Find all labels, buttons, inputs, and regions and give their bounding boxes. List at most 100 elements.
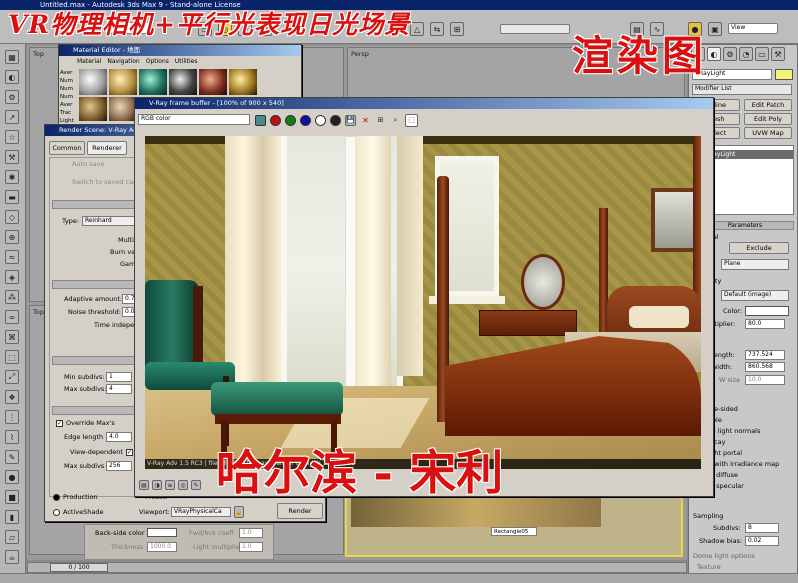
multiplier-field[interactable]: 80.0 <box>745 319 785 329</box>
time-slider-thumb[interactable]: 0 / 100 <box>50 563 108 572</box>
material-slot-5[interactable] <box>199 69 227 95</box>
region-render-icon[interactable]: ⬚ <box>405 113 418 127</box>
tool-box-icon[interactable]: ■ <box>5 490 19 504</box>
half-length-field[interactable]: 737.524 <box>745 350 785 360</box>
material-slot-2[interactable] <box>109 69 137 95</box>
activeshade-radio[interactable] <box>53 509 60 516</box>
mono-channel-icon[interactable] <box>330 114 341 126</box>
track-mouse-icon[interactable]: ⌕ <box>390 115 401 126</box>
tool-create-icon[interactable]: ▦ <box>5 50 19 64</box>
material-editor-titlebar[interactable]: Material Editor - 地面 <box>59 45 301 56</box>
menu-options[interactable]: Options <box>146 58 169 65</box>
render-button[interactable]: Render <box>277 503 323 519</box>
side-item-4[interactable]: Aver <box>60 101 76 109</box>
exclude-button[interactable]: Exclude <box>729 242 789 254</box>
tool-group-icon[interactable]: ❖ <box>5 390 19 404</box>
tool-motion-icon[interactable]: ↗ <box>5 110 19 124</box>
material-slot-6[interactable] <box>229 69 257 95</box>
vfb-history-icon[interactable]: ▤ <box>139 480 149 490</box>
channel-dropdown[interactable]: RGB color <box>138 114 250 125</box>
material-slot-7[interactable] <box>79 97 107 121</box>
side-item-2[interactable]: Num <box>60 85 76 93</box>
tool-display-icon[interactable]: ☆ <box>5 130 19 144</box>
tool-modify-icon[interactable]: ◐ <box>5 70 19 84</box>
tool-utility-icon[interactable]: ⚒ <box>5 150 19 164</box>
green-channel-icon[interactable] <box>285 114 296 126</box>
vfb-stamp-icon[interactable]: ✎ <box>191 480 201 490</box>
tool-paint-icon[interactable]: ✎ <box>5 450 19 464</box>
auto-save-label[interactable]: Auto save <box>72 160 104 168</box>
track-bar[interactable] <box>0 573 798 583</box>
vfb-titlebar[interactable]: V-Ray frame buffer - [100% of 900 x 540] <box>135 98 713 109</box>
vfb-lens-icon[interactable]: ◎ <box>178 480 188 490</box>
edge-length-field[interactable]: 4.0 <box>106 432 132 442</box>
tool-light-icon[interactable]: ✱ <box>5 170 19 184</box>
vfb-levels-icon[interactable]: ≡ <box>165 480 175 490</box>
tool-sphere-icon[interactable]: ● <box>5 470 19 484</box>
clear-image-icon[interactable]: ✕ <box>360 115 371 126</box>
vfb-color-icon[interactable]: ◑ <box>152 480 162 490</box>
view-dependent-checkbox[interactable]: ✓ <box>126 449 133 456</box>
max-subdivs-field[interactable]: 4 <box>106 384 132 394</box>
tool-plane-icon[interactable]: ▱ <box>5 530 19 544</box>
side-item-1[interactable]: Num <box>60 77 76 85</box>
save-icon[interactable] <box>255 114 266 126</box>
thickness-field[interactable]: 1000.0 <box>147 542 177 552</box>
tool-select-icon[interactable]: ⬚ <box>5 350 19 364</box>
tool-system-icon[interactable]: ◈ <box>5 270 19 284</box>
tool-camera-icon[interactable]: ▬ <box>5 190 19 204</box>
fwd-back-field[interactable]: 1.0 <box>239 528 263 538</box>
display-tab-icon[interactable]: ▭ <box>755 47 769 61</box>
align-icon[interactable]: ⊞ <box>450 22 464 36</box>
subdivs-field[interactable]: 8 <box>745 523 779 533</box>
named-selection-dropdown[interactable] <box>500 24 570 34</box>
color-mapping-rollout[interactable] <box>52 200 144 209</box>
utilities-tab-icon[interactable]: ⚒ <box>771 47 785 61</box>
time-slider[interactable]: 0 / 100 <box>27 562 687 573</box>
max-subdivs2-field[interactable]: 256 <box>106 461 132 471</box>
mirror-icon[interactable]: ⇆ <box>430 22 444 36</box>
duplicate-icon[interactable]: ⊞ <box>375 115 386 126</box>
alpha-channel-icon[interactable] <box>315 114 326 126</box>
modify-tab-icon[interactable]: ◐ <box>707 47 721 61</box>
modifier-list-dropdown[interactable]: Modifier List <box>692 84 792 95</box>
object-color-swatch[interactable] <box>775 69 793 80</box>
uvw-map-button[interactable]: UVW Map <box>744 127 792 139</box>
w-size-field[interactable]: 10.0 <box>745 375 785 385</box>
tool-link-icon[interactable]: ∞ <box>5 310 19 324</box>
motion-tab-icon[interactable]: ◔ <box>739 47 753 61</box>
red-channel-icon[interactable] <box>270 114 281 126</box>
edit-patch-button[interactable]: Edit Patch <box>744 99 792 111</box>
material-slot-3[interactable] <box>139 69 167 95</box>
menu-material[interactable]: Material <box>77 58 101 65</box>
menu-utilities[interactable]: Utilities <box>175 58 198 65</box>
displacement-rollout[interactable] <box>52 406 144 415</box>
side-item-5[interactable]: Trac <box>60 109 76 117</box>
material-slot-1[interactable] <box>79 69 107 95</box>
tool-shape-icon[interactable]: ◇ <box>5 210 19 224</box>
tool-teapot-icon[interactable]: ☕ <box>5 550 19 564</box>
min-subdivs-field[interactable]: 1 <box>106 372 132 382</box>
tool-space-warp-icon[interactable]: ≈ <box>5 250 19 264</box>
hierarchy-tab-icon[interactable]: ⚙ <box>723 47 737 61</box>
tool-cylinder-icon[interactable]: ▮ <box>5 510 19 524</box>
production-radio[interactable] <box>53 494 60 501</box>
tab-renderer[interactable]: Renderer <box>87 141 127 155</box>
edit-poly-button[interactable]: Edit Poly <box>744 113 792 125</box>
light-mult-field[interactable]: 1.0 <box>239 542 263 552</box>
view-dropdown[interactable]: View <box>728 23 778 34</box>
material-slot-8[interactable] <box>109 97 137 121</box>
backside-color-swatch[interactable] <box>147 528 177 537</box>
render-icon[interactable]: ▣ <box>708 22 722 36</box>
tool-scale-icon[interactable]: ⤢ <box>5 370 19 384</box>
tool-particle-icon[interactable]: ⁂ <box>5 290 19 304</box>
snap-icon[interactable]: △ <box>410 22 424 36</box>
material-slot-4[interactable] <box>169 69 197 95</box>
menu-navigation[interactable]: Navigation <box>107 58 139 65</box>
tool-wire-icon[interactable]: ⌇ <box>5 430 19 444</box>
tab-common[interactable]: Common <box>49 141 85 155</box>
tool-bind-icon[interactable]: ⌘ <box>5 330 19 344</box>
units-dropdown[interactable]: Default (image) <box>721 290 789 301</box>
dmc-sampler-rollout[interactable] <box>52 280 144 289</box>
vray-rollout[interactable] <box>52 356 144 365</box>
